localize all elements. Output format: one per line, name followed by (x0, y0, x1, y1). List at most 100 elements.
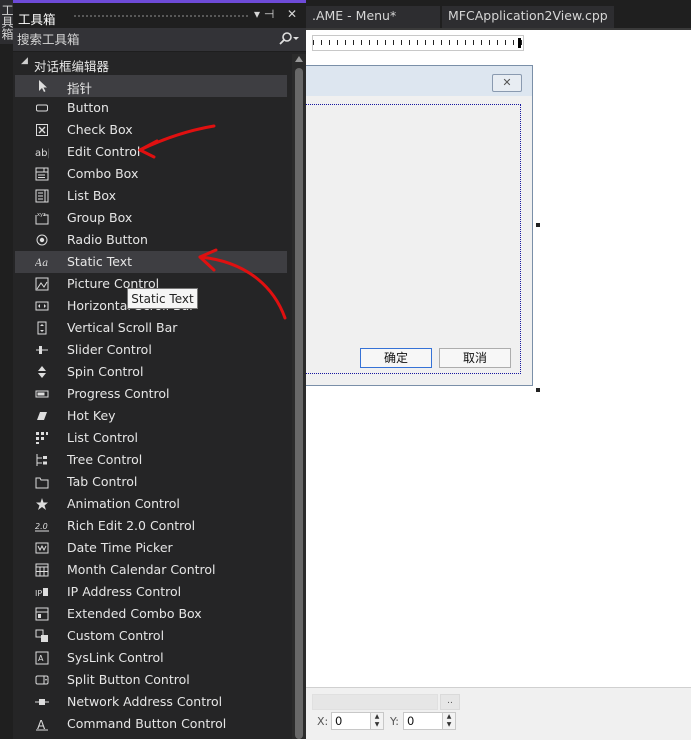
rich-edit-icon: 2.0 (35, 519, 49, 533)
resize-handle-corner[interactable] (536, 388, 540, 392)
left-side-strip: 工具箱 (0, 0, 14, 739)
resize-handle-right[interactable] (536, 223, 540, 227)
toolbox-item[interactable]: Tree Control (15, 449, 287, 471)
toolbox-item[interactable]: Button (15, 97, 287, 119)
toolbox-item-label: Slider Control (67, 342, 152, 357)
animation-icon (35, 497, 49, 511)
dialog-preview[interactable]: ✕ 确定 取消 (306, 65, 533, 386)
title-grip[interactable] (73, 14, 250, 19)
browse-button[interactable]: .. (440, 694, 460, 710)
svg-text:A: A (38, 654, 44, 663)
toolbox-scrollbar[interactable] (292, 54, 306, 739)
svg-text:2.0: 2.0 (35, 522, 48, 531)
checkbox-icon (35, 123, 49, 137)
toolbox-item[interactable]: Combo Box (15, 163, 287, 185)
toolbox-item-label: Group Box (67, 210, 133, 225)
collapse-arrow-icon[interactable]: ◢ (21, 56, 28, 66)
slider-icon (35, 343, 49, 357)
tab-view-cpp[interactable]: MFCApplication2View.cpp (442, 6, 614, 28)
close-icon[interactable]: ✕ (287, 7, 297, 21)
toolbox-item-label: Command Button Control (67, 716, 227, 731)
toolbox-item[interactable]: A SysLink Control (15, 647, 287, 669)
svg-text:A: A (37, 718, 46, 731)
spin-icon (35, 365, 49, 379)
pin-menu-icon[interactable]: ▾ ⊣ (254, 7, 274, 21)
split-button-icon (35, 673, 49, 687)
toolbox-item[interactable]: Radio Button (15, 229, 287, 251)
toolbox-item[interactable]: 2.0 Rich Edit 2.0 Control (15, 515, 287, 537)
toolbox-item[interactable]: Split Button Control (15, 669, 287, 691)
hotkey-icon (35, 409, 49, 423)
toolbox-item-label: Rich Edit 2.0 Control (67, 518, 196, 533)
toolbox-item[interactable]: Hot Key (15, 405, 287, 427)
tab-menu-resource[interactable]: .AME - Menu* (306, 6, 440, 28)
svg-text:ab|: ab| (35, 148, 49, 159)
list-box-icon (35, 189, 49, 203)
document-tab-bar: .AME - Menu* MFCApplication2View.cpp (306, 0, 691, 30)
x-spin-icon[interactable]: ▲ ▼ (370, 712, 384, 730)
toolbox-item[interactable]: Progress Control (15, 383, 287, 405)
toolbox-item-label: Button (67, 100, 109, 115)
toolbox-item[interactable]: Custom Control (15, 625, 287, 647)
scroll-thumb[interactable] (295, 68, 303, 739)
y-spin-icon[interactable]: ▲ ▼ (442, 712, 456, 730)
svg-text:IP: IP (35, 589, 42, 598)
pointer-icon (35, 79, 49, 93)
toolbox-item-label: Static Text (67, 254, 132, 269)
dialog-client-area[interactable] (306, 96, 527, 380)
cancel-button[interactable]: 取消 (439, 348, 511, 368)
toolbox-item[interactable]: Extended Combo Box (15, 603, 287, 625)
toolbox-item[interactable]: List Control (15, 427, 287, 449)
toolbox-panel: 工具箱 ▾ ⊣ ✕ ◢ 对话框编辑器 指针 Button Check Box ab| E… (13, 0, 306, 739)
toolbox-item[interactable]: Vertical Scroll Bar (15, 317, 287, 339)
toolbox-item[interactable]: Animation Control (15, 493, 287, 515)
toolbox-item[interactable]: 指针 (15, 75, 287, 97)
toolbox-item-label: 指针 (67, 81, 93, 96)
group-box-icon: xyz (35, 211, 49, 225)
toolbox-title-bar[interactable]: 工具箱 ▾ ⊣ ✕ (13, 0, 306, 28)
toolbox-item-label: List Box (67, 188, 117, 203)
toolbox-item-label: Tree Control (67, 452, 143, 467)
group-label: 对话框编辑器 (34, 59, 110, 74)
toolbox-item-label: Tab Control (67, 474, 138, 489)
toolbox-item[interactable]: Tab Control (15, 471, 287, 493)
toolbox-side-tab[interactable]: 工具箱 (0, 0, 14, 44)
toolbox-item[interactable]: xyz Group Box (15, 207, 287, 229)
toolbox-item[interactable]: Check Box (15, 119, 287, 141)
toolbox-item-label: Progress Control (67, 386, 170, 401)
toolbox-item-label: Check Box (67, 122, 133, 137)
radio-button-icon (35, 233, 49, 247)
toolbox-item[interactable]: Aa Static Text (15, 251, 287, 273)
toolbox-item-list: 指针 Button Check Box ab| Edit Control Combo Bo… (15, 75, 289, 735)
search-icon[interactable] (278, 31, 300, 50)
toolbox-item[interactable]: List Box (15, 185, 287, 207)
group-dialog-editor[interactable]: ◢ 对话框编辑器 (13, 54, 288, 74)
combo-box-icon (35, 167, 49, 181)
search-input[interactable] (17, 31, 267, 47)
static-text-icon: Aa (34, 255, 49, 269)
dialog-title-bar[interactable]: ✕ (306, 66, 532, 96)
toolbox-item[interactable]: Slider Control (15, 339, 287, 361)
id-field[interactable] (312, 694, 438, 710)
dialog-close-button[interactable]: ✕ (492, 74, 522, 92)
static-text-tooltip: Static Text (127, 288, 198, 309)
toolbox-item[interactable]: Date Time Picker (15, 537, 287, 559)
toolbox-item[interactable]: ab| Edit Control (15, 141, 287, 163)
toolbox-item[interactable]: IP IP Address Control (15, 581, 287, 603)
toolbox-item[interactable]: Month Calendar Control (15, 559, 287, 581)
toolbox-item-label: Edit Control (67, 144, 141, 159)
tree-control-icon (35, 453, 49, 467)
dialog-designer-surface[interactable]: ✕ 确定 取消 (306, 30, 691, 687)
svg-text:Aa: Aa (35, 258, 48, 269)
toolbox-item[interactable]: Network Address Control (15, 691, 287, 713)
toolbox-item-label: Combo Box (67, 166, 139, 181)
custom-control-icon (35, 629, 49, 643)
toolbox-item[interactable]: A Command Button Control (15, 713, 287, 735)
list-control-icon (35, 431, 49, 445)
toolbox-item[interactable]: Spin Control (15, 361, 287, 383)
svg-text:xyz: xyz (37, 212, 46, 218)
ok-button[interactable]: 确定 (360, 348, 432, 368)
scroll-up-icon[interactable] (295, 56, 303, 62)
dialog-margin-guide (306, 104, 521, 374)
layout-ruler (312, 35, 524, 51)
